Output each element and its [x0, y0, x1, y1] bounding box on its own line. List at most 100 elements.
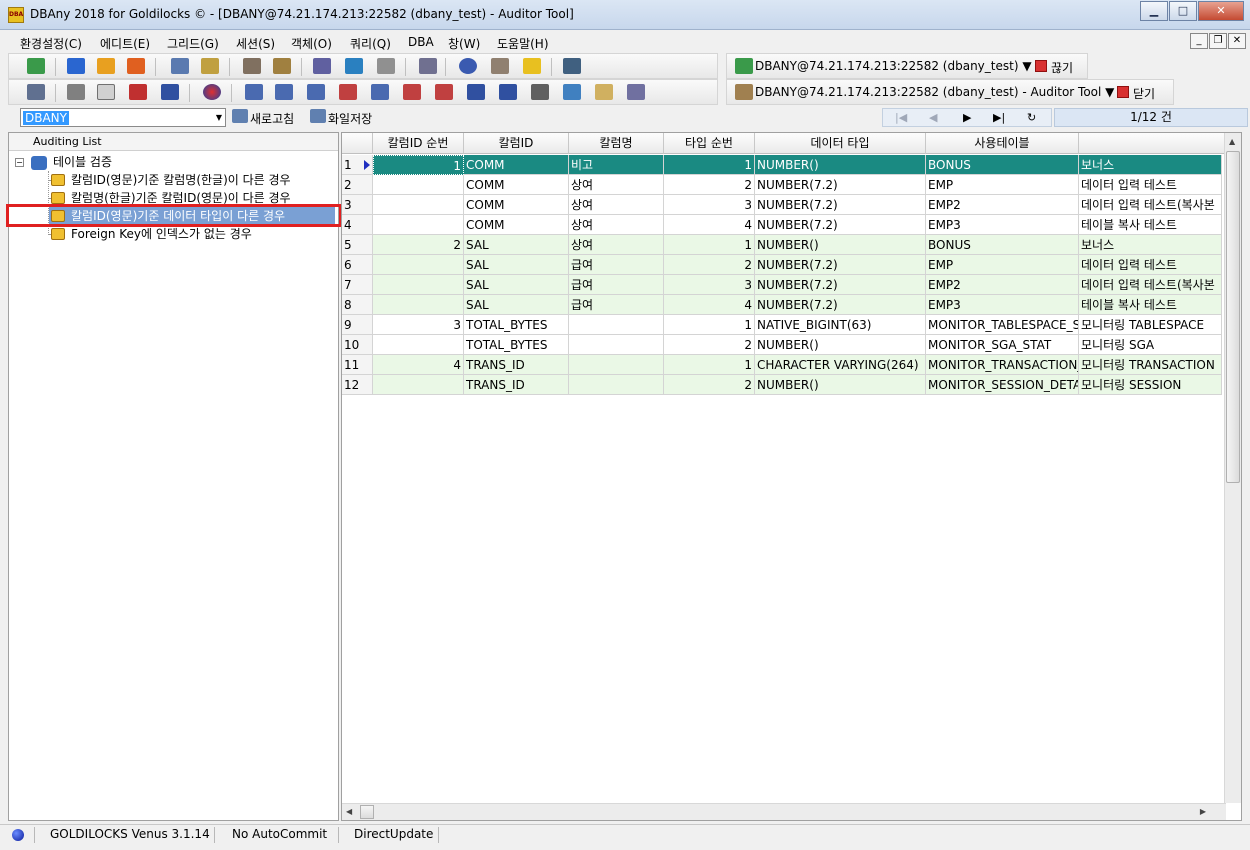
- disconnect-button[interactable]: 끊기: [1051, 59, 1073, 76]
- grid-cell[interactable]: [373, 175, 464, 195]
- grid-cell[interactable]: COMM: [464, 155, 569, 175]
- grid-cell[interactable]: 보너스: [1079, 155, 1222, 175]
- grid-cell[interactable]: [373, 195, 464, 215]
- help-icon[interactable]: [459, 58, 477, 74]
- grid-cell[interactable]: 1: [664, 315, 755, 335]
- grid-cell[interactable]: 모니터링 SESSION: [1079, 375, 1222, 395]
- grid-cell[interactable]: 1: [373, 155, 464, 175]
- table-delete-icon[interactable]: [339, 84, 357, 100]
- maximize-button[interactable]: □: [1169, 1, 1197, 21]
- row-number-cell[interactable]: 10: [342, 335, 373, 355]
- exit-icon[interactable]: [563, 58, 581, 74]
- mdi-close-button[interactable]: ✕: [1228, 33, 1246, 49]
- grid-cell[interactable]: 1: [664, 355, 755, 375]
- grid-cell[interactable]: NUMBER(): [755, 155, 926, 175]
- upload-icon[interactable]: [97, 58, 115, 74]
- grid-cell[interactable]: NUMBER(7.2): [755, 175, 926, 195]
- table-row[interactable]: 11 4 TRANS_ID 1 CHARACTER VARYING(264) MONITO…: [342, 355, 1222, 375]
- grid-cell[interactable]: 3: [664, 195, 755, 215]
- grid-cell[interactable]: [569, 335, 664, 355]
- grid-cell[interactable]: 모니터링 TRANSACTION: [1079, 355, 1222, 375]
- sum-icon[interactable]: [499, 84, 517, 100]
- grid-cell[interactable]: EMP3: [926, 295, 1079, 315]
- row-number-cell[interactable]: 11: [342, 355, 373, 375]
- grid-cell[interactable]: 1: [664, 235, 755, 255]
- horizontal-scrollbar[interactable]: ◀ ▶: [342, 803, 1226, 820]
- grid-cell[interactable]: TRANS_ID: [464, 375, 569, 395]
- reload-icon[interactable]: ↻: [1027, 111, 1036, 124]
- grid-cell[interactable]: EMP: [926, 255, 1079, 275]
- row-number-cell[interactable]: 9: [342, 315, 373, 335]
- row-number-cell[interactable]: 3: [342, 195, 373, 215]
- save-file-button[interactable]: 화일저장: [328, 110, 372, 127]
- grid-cell[interactable]: 2: [664, 375, 755, 395]
- grid-cell[interactable]: EMP2: [926, 275, 1079, 295]
- grid-cell[interactable]: 보너스: [1079, 235, 1222, 255]
- column-header[interactable]: 사용테이블: [926, 133, 1079, 154]
- schema-combo[interactable]: DBANY ▼: [20, 108, 226, 127]
- menu-query[interactable]: 쿼리(Q): [350, 35, 391, 52]
- cube-icon[interactable]: [491, 58, 509, 74]
- row-number-cell[interactable]: 8: [342, 295, 373, 315]
- grid-cell[interactable]: BONUS: [926, 235, 1079, 255]
- grid-cell[interactable]: COMM: [464, 215, 569, 235]
- row-number-cell[interactable]: 6: [342, 255, 373, 275]
- grid-cell[interactable]: EMP3: [926, 215, 1079, 235]
- menu-edit[interactable]: 에디트(E): [100, 35, 150, 52]
- grid-cell[interactable]: 급여: [569, 295, 664, 315]
- table-row[interactable]: 3 COMM 상여 3 NUMBER(7.2) EMP2 데이터 입력 테스트(복사본: [342, 195, 1222, 215]
- grid-cell[interactable]: NUMBER(7.2): [755, 275, 926, 295]
- grid-cell[interactable]: NUMBER(7.2): [755, 255, 926, 275]
- grid-cell[interactable]: COMM: [464, 175, 569, 195]
- table-row[interactable]: 1 1 COMM 비고 1 NUMBER() BONUS 보너스: [342, 155, 1222, 175]
- minimize-button[interactable]: ▁: [1140, 1, 1168, 21]
- grid-cell[interactable]: NUMBER(): [755, 375, 926, 395]
- tree-root-table-check[interactable]: 테이블 검증: [53, 153, 112, 171]
- grid-cell[interactable]: COMM: [464, 195, 569, 215]
- grid-cell[interactable]: MONITOR_SGA_STAT: [926, 335, 1079, 355]
- grid-cell[interactable]: EMP2: [926, 195, 1079, 215]
- tree-collapse-button[interactable]: −: [15, 158, 24, 167]
- grid-cell[interactable]: NUMBER(7.2): [755, 295, 926, 315]
- menu-help[interactable]: 도움말(H): [497, 35, 549, 52]
- last-page-button[interactable]: ▶|: [993, 111, 1005, 124]
- search-icon[interactable]: [595, 84, 613, 100]
- grid-cell[interactable]: SAL: [464, 235, 569, 255]
- grid-cell[interactable]: 2: [373, 235, 464, 255]
- row-number-cell[interactable]: 7: [342, 275, 373, 295]
- grid-cell[interactable]: 급여: [569, 255, 664, 275]
- row-number-cell[interactable]: 12: [342, 375, 373, 395]
- page-icon[interactable]: [97, 84, 115, 100]
- grid-cell[interactable]: SAL: [464, 255, 569, 275]
- menu-grid[interactable]: 그리드(G): [167, 35, 219, 52]
- grid-cell[interactable]: 3: [664, 275, 755, 295]
- grid-cell[interactable]: 데이터 입력 테스트: [1079, 175, 1222, 195]
- grid-cell[interactable]: MONITOR_TRANSACTION_D: [926, 355, 1079, 375]
- grid-cell[interactable]: 비고: [569, 155, 664, 175]
- table-row[interactable]: 7 SAL 급여 3 NUMBER(7.2) EMP2 데이터 입력 테스트(복사본: [342, 275, 1222, 295]
- grid-cell[interactable]: 4: [373, 355, 464, 375]
- grid-cell[interactable]: 모니터링 TABLESPACE: [1079, 315, 1222, 335]
- vertical-scrollbar[interactable]: ▲: [1224, 133, 1241, 803]
- table-row[interactable]: 5 2 SAL 상여 1 NUMBER() BONUS 보너스: [342, 235, 1222, 255]
- table-edit-icon[interactable]: [307, 84, 325, 100]
- tree-item-audit-rule[interactable]: Foreign Key에 인덱스가 없는 경우: [71, 225, 252, 243]
- table-row[interactable]: 8 SAL 급여 4 NUMBER(7.2) EMP3 테이블 복사 테스트: [342, 295, 1222, 315]
- close-button[interactable]: ✕: [1198, 1, 1244, 21]
- grid-cell[interactable]: 테이블 복사 테스트: [1079, 295, 1222, 315]
- grid-cell[interactable]: CHARACTER VARYING(264): [755, 355, 926, 375]
- binoculars-icon[interactable]: [419, 58, 437, 74]
- grid-cell[interactable]: 4: [664, 295, 755, 315]
- close-tool-button[interactable]: 닫기: [1133, 85, 1155, 102]
- grid-cell[interactable]: TOTAL_BYTES: [464, 315, 569, 335]
- window-icon[interactable]: [627, 84, 645, 100]
- grid-cell[interactable]: 1: [664, 155, 755, 175]
- print-icon[interactable]: [67, 84, 85, 100]
- tool-selector[interactable]: DBANY@74.21.174.213:22582 (dbany_test) -…: [755, 85, 1114, 99]
- column-header[interactable]: 타입 순번: [664, 133, 755, 154]
- grid-cell[interactable]: 데이터 입력 테스트(복사본: [1079, 275, 1222, 295]
- grid-cell[interactable]: MONITOR_TABLESPACE_STAT: [926, 315, 1079, 335]
- mdi-restore-button[interactable]: ❐: [1209, 33, 1227, 49]
- sigma-icon[interactable]: [467, 84, 485, 100]
- grid-cell[interactable]: NUMBER(): [755, 335, 926, 355]
